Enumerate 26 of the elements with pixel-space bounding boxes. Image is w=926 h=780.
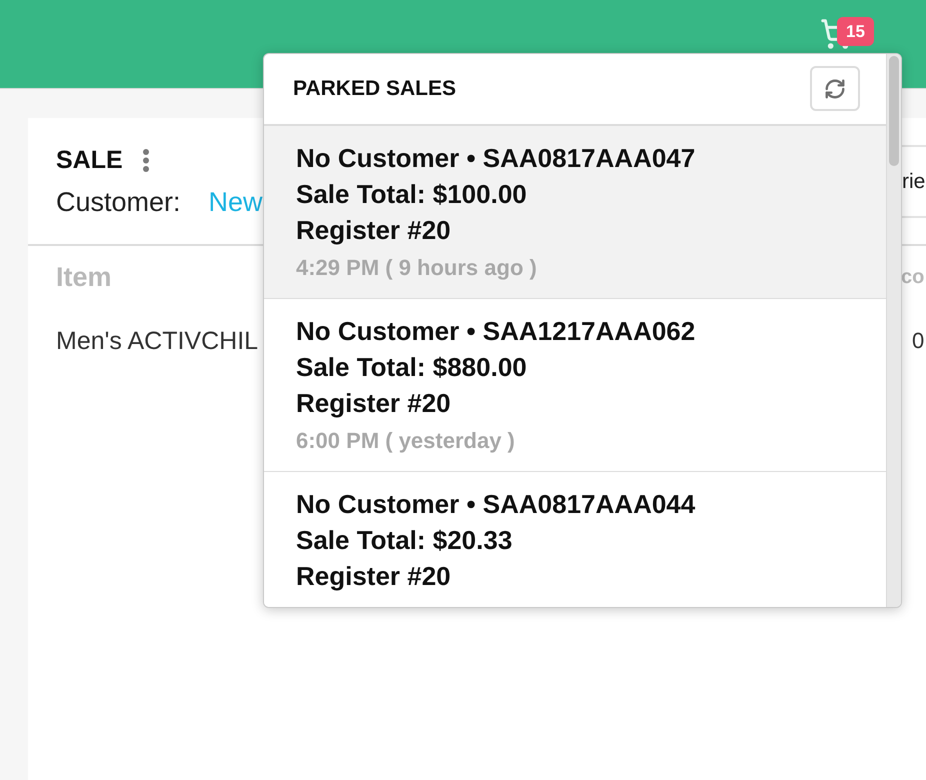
- sale-customer-code: No Customer • SAA0817AAA047: [296, 142, 696, 175]
- register-label: Register #20: [296, 214, 452, 247]
- sale-customer-code: No Customer • SAA1217AAA062: [296, 315, 696, 348]
- cart-count-badge: 15: [837, 17, 874, 46]
- sale-total: Sale Total: $100.00: [296, 178, 528, 211]
- parked-sale-item[interactable]: No Customer • SAA0817AAA044 Sale Total: $20.33 Register #20: [264, 472, 886, 607]
- table-cell-text: Men's ACTIVCHIL: [56, 326, 258, 357]
- column-header: co: [901, 265, 924, 290]
- table-cell-text: 0: [912, 327, 924, 355]
- parked-sale-item[interactable]: No Customer • SAA1217AAA062 Sale Total: $880.00 Register #20 6:00 PM ( yesterday ): [264, 299, 886, 472]
- scrollbar-thumb[interactable]: [889, 56, 899, 166]
- register-label: Register #20: [296, 560, 452, 593]
- column-header: Item: [56, 261, 112, 293]
- popup-title: PARKED SALES: [293, 76, 456, 100]
- sale-title: SALE: [56, 145, 123, 175]
- more-options-icon[interactable]: [142, 148, 149, 172]
- sale-time: 6:00 PM ( yesterday ): [296, 427, 516, 455]
- parked-sale-item[interactable]: No Customer • SAA0817AAA047 Sale Total: $100.00 Register #20 4:29 PM ( 9 hours ago ): [264, 126, 886, 299]
- refresh-icon: [824, 78, 846, 100]
- sale-total: Sale Total: $880.00: [296, 351, 528, 384]
- refresh-button[interactable]: [810, 66, 860, 111]
- register-label: Register #20: [296, 387, 452, 420]
- customer-label: Customer:: [56, 186, 181, 218]
- sale-total: Sale Total: $20.33: [296, 524, 514, 557]
- sale-time: 4:29 PM ( 9 hours ago ): [296, 254, 538, 282]
- sale-customer-code: No Customer • SAA0817AAA044: [296, 488, 696, 521]
